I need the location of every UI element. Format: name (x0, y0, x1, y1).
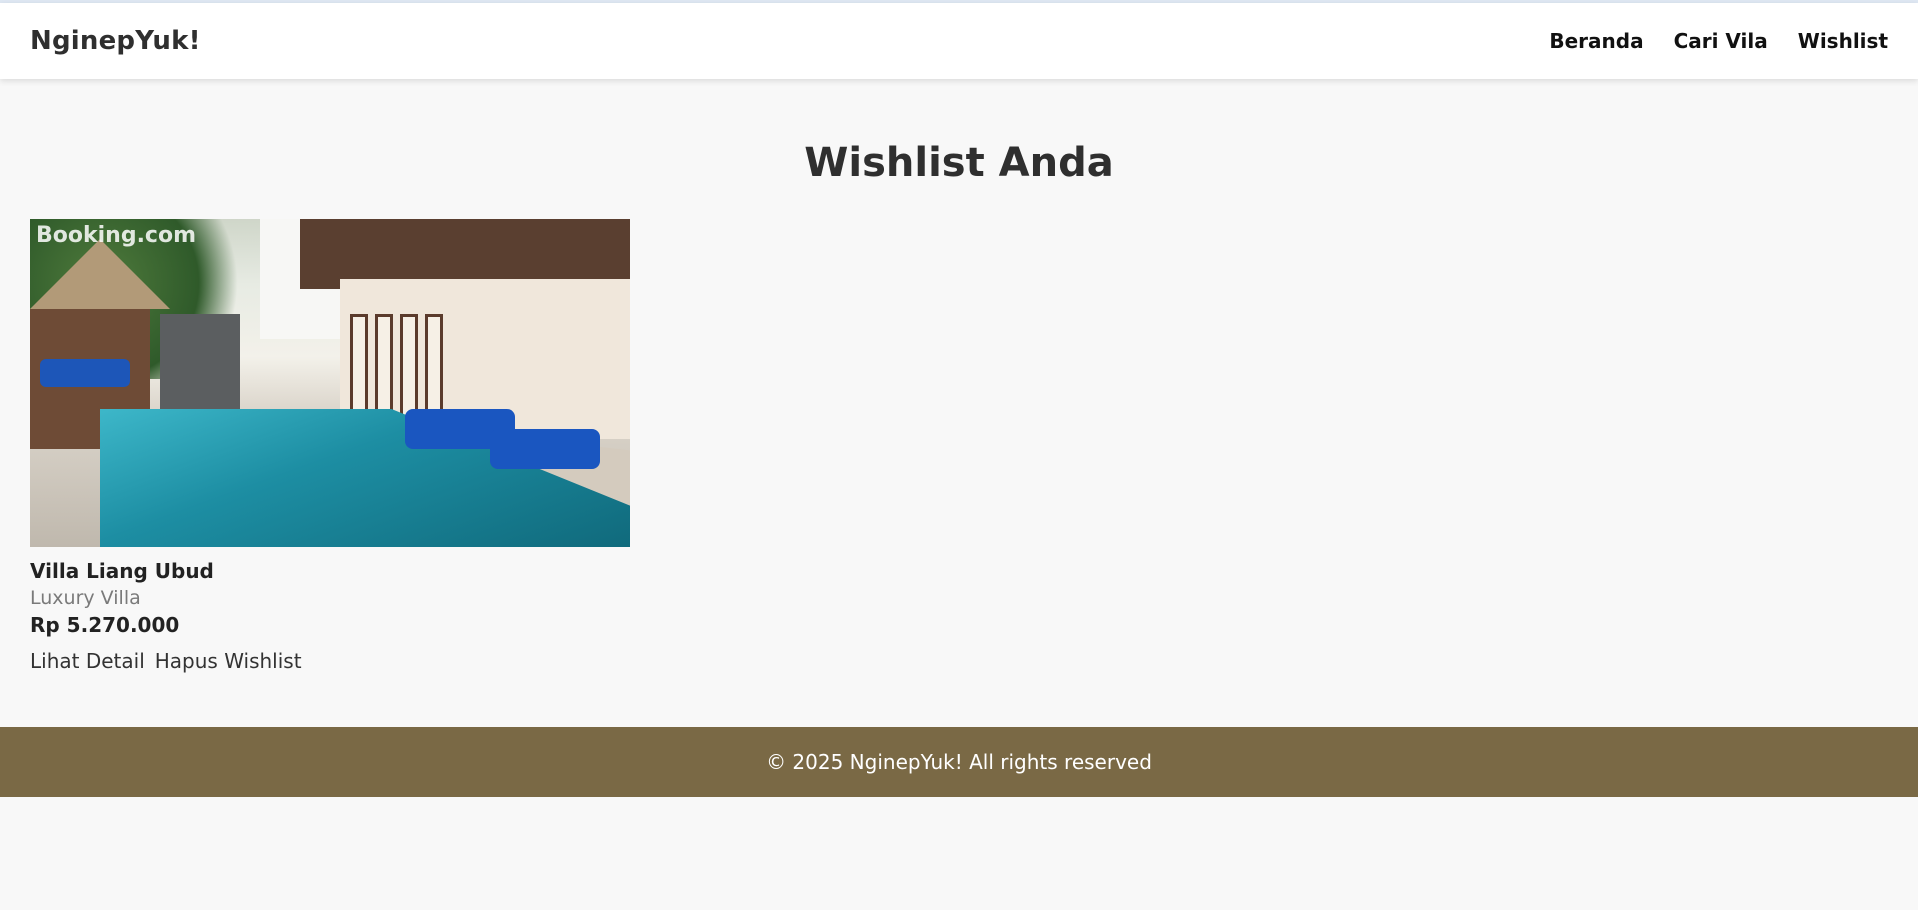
brand-logo[interactable]: NginepYuk! (30, 26, 201, 56)
watermark-text: Booking.com (36, 223, 197, 248)
page-title: Wishlist Anda (804, 140, 1114, 186)
photo-window (425, 314, 443, 424)
photo-lounger (490, 429, 600, 469)
photo-window (350, 314, 368, 424)
image-watermark: Booking.com (36, 223, 196, 248)
villa-price: Rp 5.270.000 (30, 613, 180, 637)
photo-stone-wall (160, 314, 240, 424)
nav-link-beranda[interactable]: Beranda (1549, 29, 1643, 53)
villa-name: Villa Liang Ubud (30, 559, 214, 583)
card-actions: Lihat Detail Hapus Wishlist (30, 649, 630, 673)
view-detail-link[interactable]: Lihat Detail (30, 649, 145, 673)
footer-copyright: © 2025 NginepYuk! All rights reserved (766, 750, 1152, 774)
wishlist-card: Booking.com Villa Liang Ubud Luxury Vill… (30, 219, 630, 673)
nav-link-cari-vila[interactable]: Cari Vila (1674, 29, 1768, 53)
main-nav: Beranda Cari Vila Wishlist (1549, 29, 1888, 53)
nav-link-wishlist[interactable]: Wishlist (1798, 29, 1888, 53)
remove-wishlist-link[interactable]: Hapus Wishlist (155, 649, 302, 673)
villa-photo[interactable]: Booking.com (30, 219, 630, 547)
photo-window (400, 314, 418, 424)
photo-gazebo-cushion (40, 359, 130, 387)
photo-window (375, 314, 393, 424)
site-footer: © 2025 NginepYuk! All rights reserved (0, 727, 1918, 797)
navbar: NginepYuk! Beranda Cari Vila Wishlist (0, 3, 1918, 79)
villa-type: Luxury Villa (30, 587, 141, 609)
